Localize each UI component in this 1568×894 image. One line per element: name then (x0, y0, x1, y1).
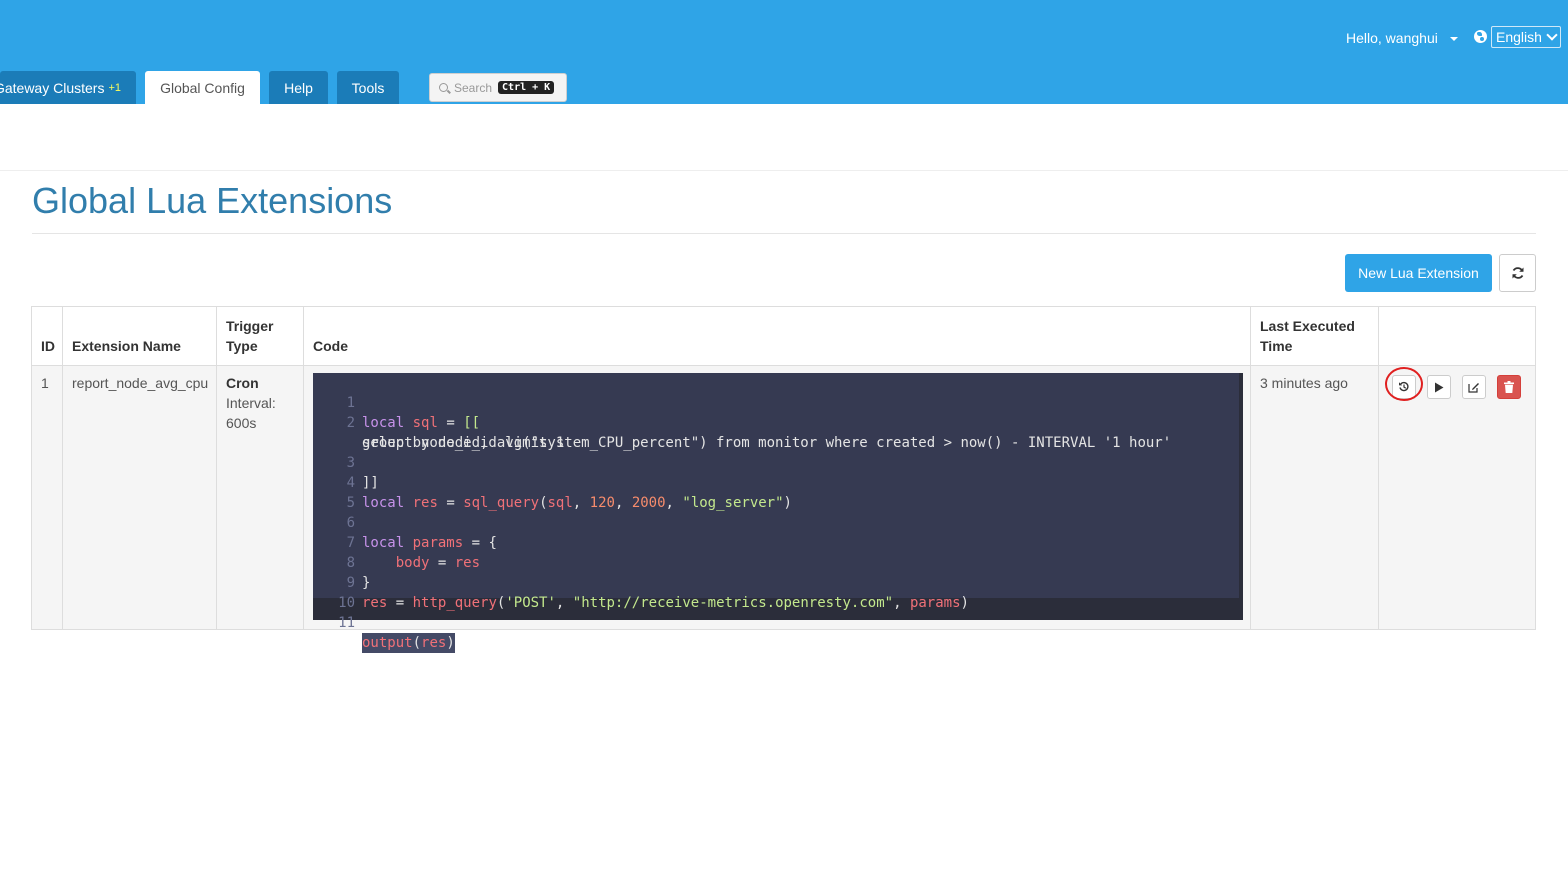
caret-down-icon (1449, 37, 1458, 41)
code-line: 10 (313, 573, 364, 611)
trash-icon (1504, 381, 1514, 393)
tab-help[interactable]: Help (269, 71, 328, 104)
cell-extension-name: report_node_avg_cpu (72, 375, 209, 391)
code-line-text: group by node_id limit 1 (362, 435, 565, 451)
refresh-icon (1512, 267, 1523, 279)
code-line: 3 ]] (313, 433, 379, 491)
new-lua-extension-button[interactable]: New Lua Extension (1345, 254, 1492, 292)
header-trigger-type: Trigger Type (217, 307, 303, 365)
edit-icon (1468, 383, 1479, 393)
header-code: Code (313, 338, 348, 354)
code-editor[interactable]: 1 local sql = [[ 2 select node_id, avg("… (313, 373, 1243, 653)
tab-tools[interactable]: Tools (337, 71, 399, 104)
header-last-line2: Time (1260, 338, 1293, 354)
tab-tools-label: Tools (351, 79, 385, 96)
code-line-text: res = http_query('POST', "http://receive… (362, 595, 969, 611)
search-placeholder: Search (454, 80, 493, 95)
user-greeting: Hello, wanghui (1346, 30, 1438, 46)
header-trigger-line2: Type (226, 338, 258, 354)
cell-id: 1 (41, 375, 49, 391)
search-shortcut: Ctrl + K (498, 81, 555, 94)
code-line: group by node_id limit 1 (313, 413, 564, 451)
tab-badge: +1 (108, 81, 121, 94)
tab-gateway-clusters[interactable]: Gateway Clusters +1 (0, 71, 136, 104)
header-id: ID (41, 338, 55, 354)
code-line-text: ]] (362, 475, 379, 491)
code-line-text: local sql = [[ (362, 415, 481, 431)
title-divider (32, 233, 1536, 234)
code-line: 2 select node_id, avg("system_CPU_percen… (313, 393, 1172, 451)
extensions-table: ID Extension Name Trigger Type Code Last… (31, 306, 1536, 653)
run-button[interactable] (1427, 375, 1451, 399)
divider (0, 170, 1568, 171)
code-line: 7 body = res (313, 513, 480, 571)
code-line-text: local params = { (362, 535, 497, 551)
search-icon (439, 83, 448, 92)
page-title: Global Lua Extensions (32, 180, 393, 221)
header-trigger-line1: Trigger (226, 318, 274, 334)
trigger-interval-label: Interval: (226, 395, 276, 411)
edit-button[interactable] (1462, 375, 1486, 399)
history-button[interactable] (1392, 375, 1416, 399)
code-line-text: body = res (395, 555, 481, 571)
tab-global-config-label: Global Config (160, 79, 245, 96)
header-last-executed: Last Executed Time (1251, 307, 1378, 365)
cell-last-executed: 3 minutes ago (1260, 375, 1348, 391)
user-menu[interactable]: Hello, wanghui (1346, 30, 1458, 46)
search-box[interactable]: Search Ctrl + K (429, 73, 567, 102)
code-line: 8 } (313, 533, 371, 591)
tab-gateway-clusters-label: Gateway Clusters (0, 79, 105, 96)
delete-button[interactable] (1497, 375, 1521, 399)
code-line: 4 local res = sql_query(sql, 120, 2000, … (313, 453, 792, 511)
top-navbar: Hello, wanghui English Gateway Clusters … (0, 0, 1568, 104)
language-value: English (1496, 29, 1542, 45)
tab-help-label: Help (284, 79, 313, 96)
header-extension-name: Extension Name (72, 338, 181, 354)
code-line-text: local res = sql_query(sql, 120, 2000, "l… (362, 495, 792, 511)
trigger-type-value: Cron (226, 375, 259, 391)
code-line: 1 local sql = [[ (313, 373, 481, 431)
column-divider (1378, 307, 1379, 629)
play-icon (1435, 382, 1444, 392)
language-select[interactable]: English (1491, 26, 1561, 48)
refresh-button[interactable] (1499, 254, 1536, 292)
chevron-down-icon (1546, 29, 1558, 41)
header-last-line1: Last Executed (1260, 318, 1355, 334)
code-line: 11 output(res) (313, 593, 455, 653)
code-line-text: output(res) (362, 633, 455, 653)
trigger-interval-value: 600s (226, 415, 257, 431)
code-line: 6 local params = { (313, 493, 497, 551)
code-line: 9 res = http_query('POST', "http://recei… (313, 553, 969, 611)
code-line: 5 (313, 473, 364, 511)
line-number: 11 (338, 615, 355, 631)
globe-icon (1474, 30, 1487, 43)
history-icon (1399, 381, 1409, 392)
tab-global-config[interactable]: Global Config (145, 71, 260, 104)
cell-trigger-type: Cron Interval: 600s (217, 373, 303, 433)
